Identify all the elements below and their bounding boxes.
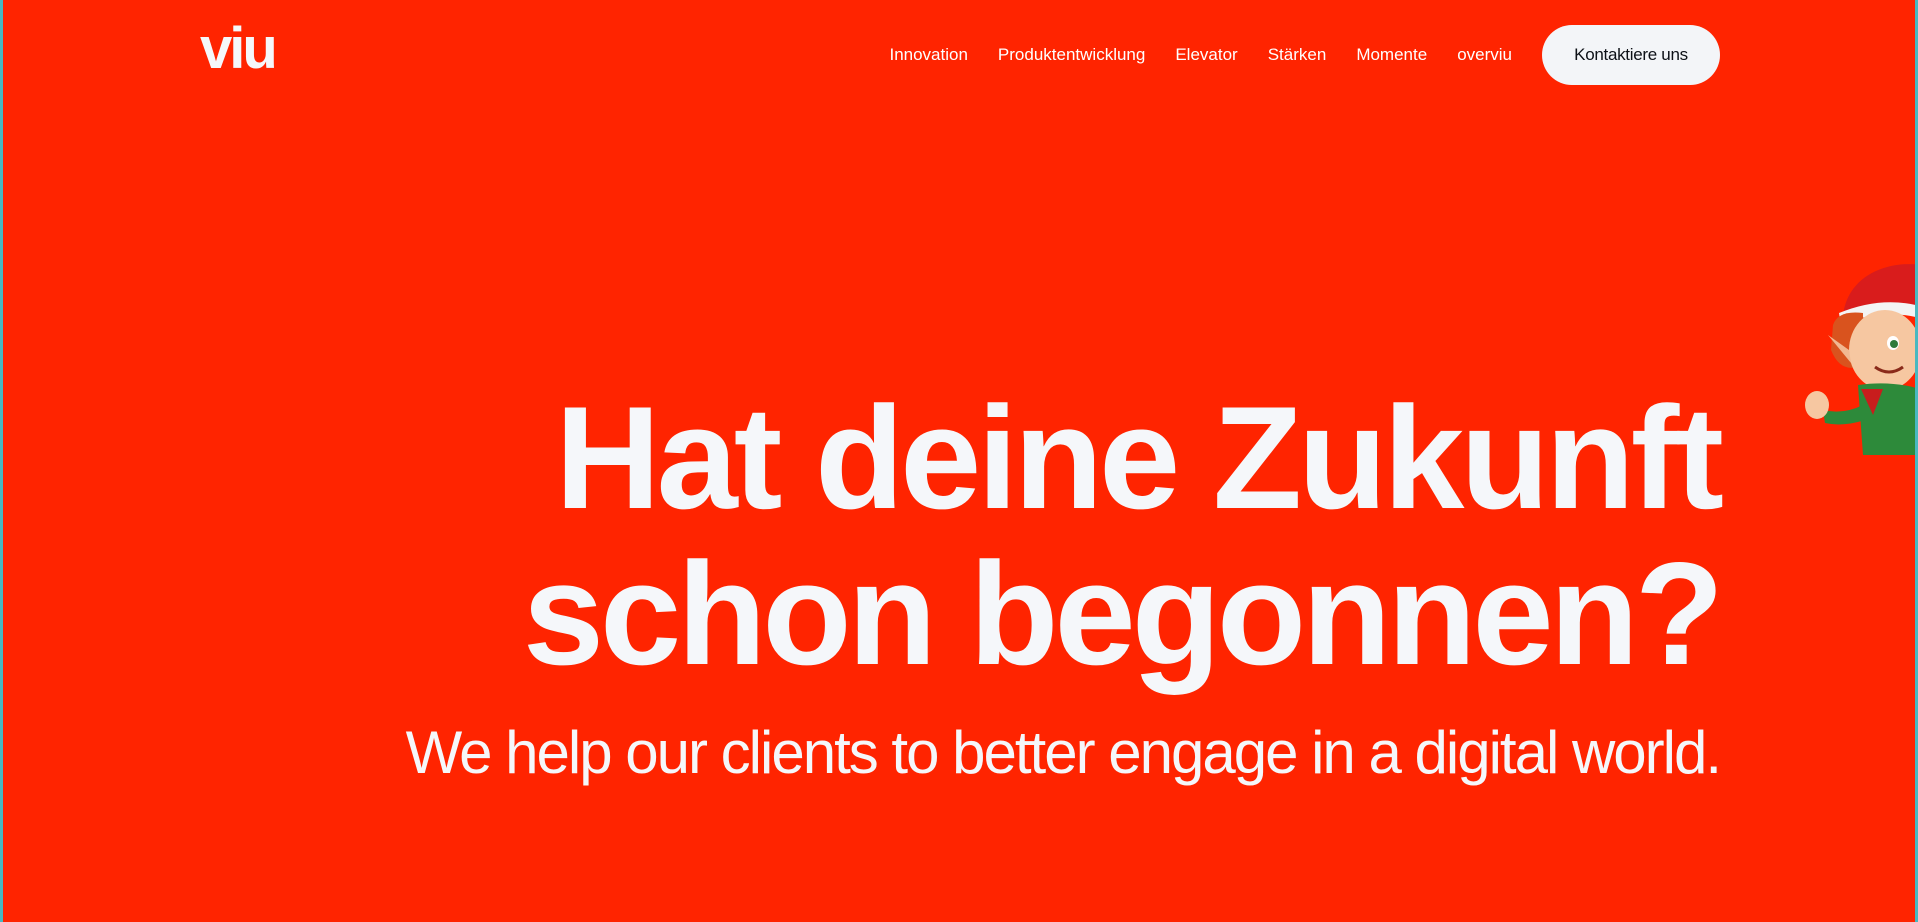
brand-logo[interactable]: viu bbox=[200, 20, 278, 78]
hero-page: viu Innovation Produktentwicklung Elevat… bbox=[3, 0, 1915, 922]
nav-item-overviu[interactable]: overviu bbox=[1457, 45, 1512, 65]
hero-headline-line1: Hat deine Zukunft bbox=[555, 376, 1724, 539]
elf-mascot-icon bbox=[1805, 264, 1915, 455]
main-navigation: Innovation Produktentwicklung Elevator S… bbox=[889, 25, 1720, 85]
hero-subline: We help our clients to better engage in … bbox=[405, 719, 1722, 786]
contact-button[interactable]: Kontaktiere uns bbox=[1542, 25, 1720, 85]
nav-item-momente[interactable]: Momente bbox=[1356, 45, 1427, 65]
nav-item-elevator[interactable]: Elevator bbox=[1175, 45, 1237, 65]
nav-item-staerken[interactable]: Stärken bbox=[1268, 45, 1327, 65]
hero-headline: Hat deine Zukunft schon begonnen? bbox=[522, 380, 1724, 695]
nav-item-produktentwicklung[interactable]: Produktentwicklung bbox=[998, 45, 1145, 65]
hero-headline-line2: schon begonnen? bbox=[522, 532, 1724, 695]
nav-item-innovation[interactable]: Innovation bbox=[889, 45, 967, 65]
